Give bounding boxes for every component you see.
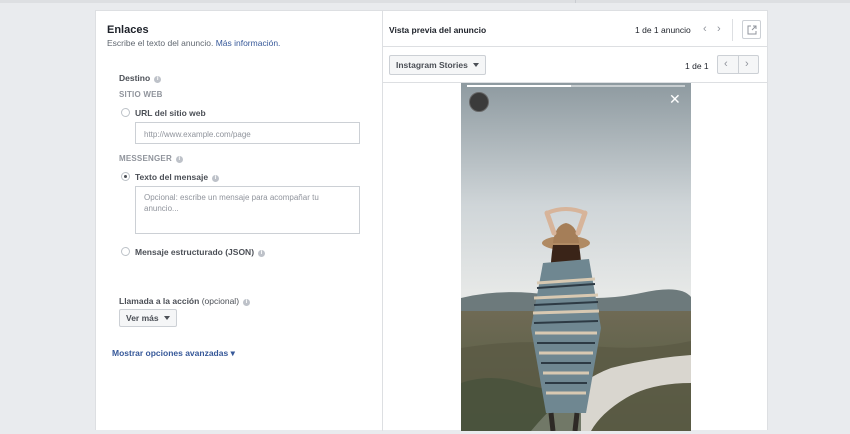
more-info-link[interactable]: Más información. [216, 38, 281, 48]
section-subtitle: Escribe el texto del anuncio. Más inform… [107, 38, 280, 48]
story-preview-image: ✕ [461, 83, 691, 431]
ad-editor-panel: Enlaces Escribe el texto del anuncio. Má… [95, 10, 768, 431]
sitio-web-caption: SITIO WEB [119, 90, 163, 99]
texto-option-label: Texto del mensaje i [135, 172, 220, 182]
top-divider [0, 0, 850, 3]
messenger-caption-text: MESSENGER [119, 154, 172, 163]
info-icon[interactable]: i [243, 299, 251, 306]
caret-down-icon [163, 316, 170, 320]
destino-label-text: Destino [119, 73, 151, 83]
chevron-left-icon[interactable]: ‹ [703, 24, 707, 35]
story-photo [461, 83, 691, 431]
json-option-label-text: Mensaje estructurado (JSON) [135, 247, 255, 257]
preview-pager: ‹ › [717, 55, 759, 74]
avatar [469, 92, 489, 112]
texto-radio[interactable] [121, 172, 130, 181]
texto-option-label-text: Texto del mensaje [135, 172, 209, 182]
external-link-button[interactable] [742, 20, 761, 39]
cta-dropdown[interactable]: Ver más [119, 309, 177, 327]
url-option-label: URL del sitio web [135, 108, 206, 118]
destino-label: Destino i [119, 73, 162, 83]
message-textarea[interactable]: Opcional: escribe un mensaje para acompa… [135, 186, 360, 234]
info-icon[interactable]: i [212, 175, 220, 182]
placement-dropdown-label: Instagram Stories [396, 60, 468, 70]
cta-dropdown-label: Ver más [126, 313, 159, 323]
chevron-right-icon[interactable]: › [745, 59, 749, 70]
chevron-right-icon[interactable]: › [717, 24, 721, 35]
preview-header: Vista previa del anuncio 1 de 1 anuncio … [383, 11, 768, 47]
story-progress-bar [467, 85, 685, 87]
advanced-options-text: Mostrar opciones avanzadas [112, 348, 229, 358]
header-divider [732, 19, 733, 41]
messenger-caption: MESSENGER i [119, 154, 183, 163]
info-icon[interactable]: i [154, 76, 162, 83]
section-title: Enlaces [107, 24, 149, 36]
caret-down-icon [472, 63, 479, 67]
close-icon[interactable]: ✕ [669, 92, 681, 106]
chevron-left-icon[interactable]: ‹ [724, 59, 728, 70]
cta-label-text: Llamada a la acción [119, 296, 200, 306]
external-link-icon [747, 25, 757, 35]
info-icon[interactable]: i [175, 156, 183, 163]
cta-optional-text: (opcional) [201, 296, 240, 306]
json-option-label: Mensaje estructurado (JSON) i [135, 247, 266, 257]
preview-title: Vista previa del anuncio [389, 25, 487, 35]
subtitle-text: Escribe el texto del anuncio. [107, 38, 214, 48]
advanced-options-link[interactable]: Mostrar opciones avanzadas ▾ [112, 348, 235, 359]
page-count: 1 de 1 [685, 61, 709, 71]
ad-count: 1 de 1 anuncio [635, 25, 691, 35]
url-radio[interactable] [121, 108, 130, 117]
placement-dropdown[interactable]: Instagram Stories [389, 55, 486, 75]
links-section: Enlaces Escribe el texto del anuncio. Má… [96, 11, 383, 431]
ad-preview-section: Vista previa del anuncio 1 de 1 anuncio … [383, 11, 768, 431]
info-icon[interactable]: i [258, 250, 266, 257]
preview-toolbar: Instagram Stories 1 de 1 ‹ › [383, 47, 768, 83]
caret-down-icon: ▾ [230, 348, 235, 358]
url-input[interactable]: http://www.example.com/page [135, 122, 360, 144]
cta-label: Llamada a la acción (opcional) i [119, 296, 251, 306]
json-radio[interactable] [121, 247, 130, 256]
